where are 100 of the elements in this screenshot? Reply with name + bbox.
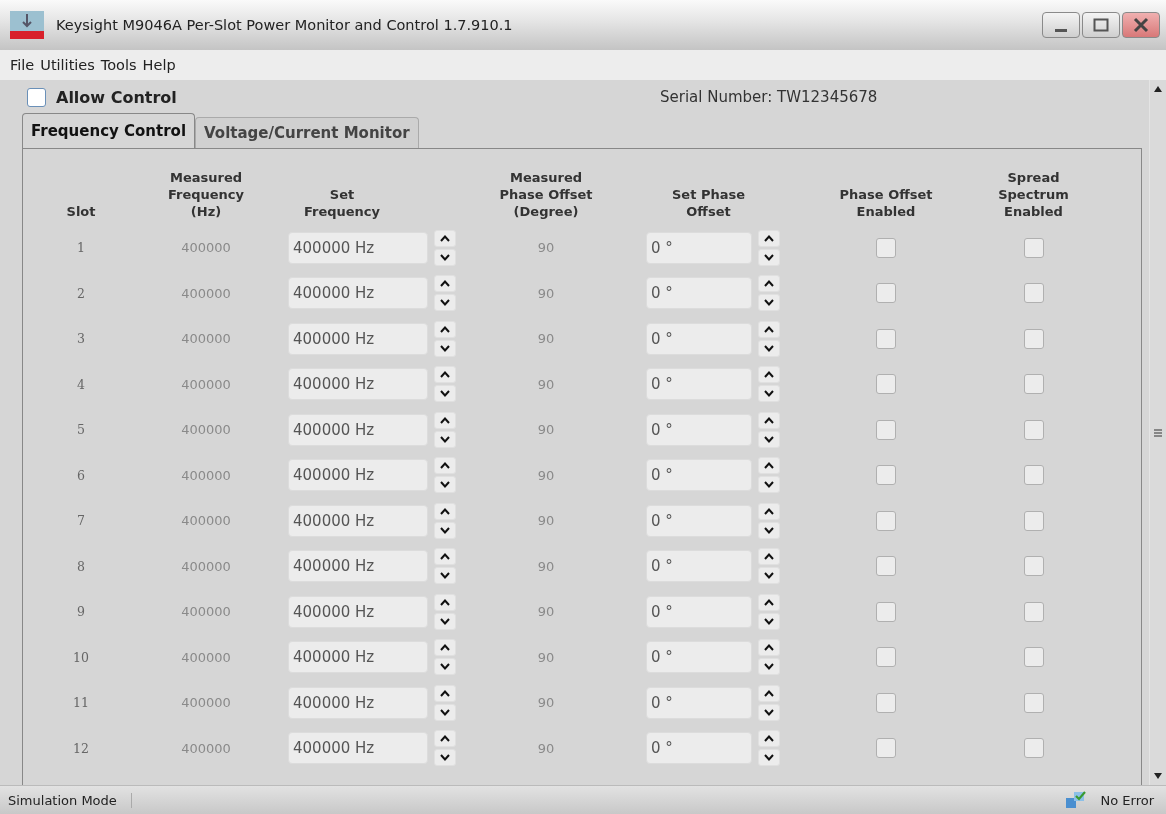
menu-item[interactable]: Help <box>142 57 176 73</box>
phase-input-field[interactable]: 0 ° <box>646 686 752 719</box>
minimize-button[interactable] <box>1042 12 1080 38</box>
checkbox[interactable] <box>876 374 896 395</box>
decrement-button[interactable] <box>434 567 456 585</box>
checkbox[interactable] <box>1023 647 1044 668</box>
decrement-button[interactable] <box>758 294 780 312</box>
increment-button[interactable] <box>758 684 780 702</box>
phase-input-field[interactable]: 0 ° <box>646 550 752 583</box>
decrement-button[interactable] <box>758 476 780 494</box>
increment-button[interactable] <box>434 457 456 475</box>
decrement-button[interactable] <box>434 658 456 676</box>
increment-button[interactable] <box>758 639 780 657</box>
decrement-button[interactable] <box>758 385 780 403</box>
checkbox[interactable] <box>1023 328 1044 349</box>
phase-input-field[interactable]: 0 ° <box>646 231 752 264</box>
decrement-button[interactable] <box>758 749 780 767</box>
checkbox[interactable] <box>1023 465 1044 486</box>
frequency-input-field[interactable]: 400000 Hz <box>288 550 428 583</box>
checkbox[interactable] <box>1023 692 1044 713</box>
frequency-input-field[interactable]: 400000 Hz <box>288 595 428 628</box>
decrement-button[interactable] <box>758 430 780 448</box>
increment-button[interactable] <box>434 366 456 384</box>
increment-button[interactable] <box>758 366 780 384</box>
increment-button[interactable] <box>758 593 780 611</box>
tab[interactable]: Frequency Control <box>22 113 196 148</box>
checkbox[interactable] <box>876 556 896 577</box>
decrement-button[interactable] <box>758 612 780 630</box>
checkbox[interactable] <box>27 87 46 107</box>
frequency-input-field[interactable]: 400000 Hz <box>288 231 428 264</box>
decrement-button[interactable] <box>434 476 456 494</box>
checkbox[interactable] <box>1023 419 1044 440</box>
increment-button[interactable] <box>758 229 780 247</box>
increment-button[interactable] <box>434 229 456 247</box>
checkbox[interactable] <box>876 510 896 531</box>
checkbox[interactable] <box>1023 738 1044 759</box>
increment-button[interactable] <box>758 502 780 520</box>
frequency-input-field[interactable]: 400000 Hz <box>288 686 428 719</box>
increment-button[interactable] <box>434 411 456 429</box>
increment-button[interactable] <box>758 548 780 566</box>
close-button[interactable] <box>1122 12 1160 38</box>
checkbox[interactable] <box>876 601 896 622</box>
frequency-input-field[interactable]: 400000 Hz <box>288 322 428 355</box>
phase-input-field[interactable]: 0 ° <box>646 459 752 492</box>
checkbox[interactable] <box>1023 374 1044 395</box>
frequency-input-field[interactable]: 400000 Hz <box>288 413 428 446</box>
increment-button[interactable] <box>434 502 456 520</box>
checkbox[interactable] <box>876 419 896 440</box>
decrement-button[interactable] <box>434 248 456 266</box>
phase-input-field[interactable]: 0 ° <box>646 413 752 446</box>
checkbox[interactable] <box>876 738 896 759</box>
frequency-input-field[interactable]: 400000 Hz <box>288 641 428 674</box>
increment-button[interactable] <box>434 684 456 702</box>
frequency-input-field[interactable]: 400000 Hz <box>288 504 428 537</box>
increment-button[interactable] <box>758 320 780 338</box>
increment-button[interactable] <box>758 275 780 293</box>
menu-item[interactable]: Utilities <box>40 57 95 73</box>
frequency-input-field[interactable]: 400000 Hz <box>288 368 428 401</box>
decrement-button[interactable] <box>434 339 456 357</box>
phase-input-field[interactable]: 0 ° <box>646 641 752 674</box>
increment-button[interactable] <box>434 548 456 566</box>
checkbox[interactable] <box>876 465 896 486</box>
decrement-button[interactable] <box>758 567 780 585</box>
decrement-button[interactable] <box>434 612 456 630</box>
increment-button[interactable] <box>434 730 456 748</box>
decrement-button[interactable] <box>758 248 780 266</box>
checkbox[interactable] <box>876 237 896 258</box>
checkbox[interactable] <box>876 692 896 713</box>
increment-button[interactable] <box>434 639 456 657</box>
phase-input-field[interactable]: 0 ° <box>646 504 752 537</box>
decrement-button[interactable] <box>758 521 780 539</box>
decrement-button[interactable] <box>434 430 456 448</box>
checkbox[interactable] <box>876 328 896 349</box>
decrement-button[interactable] <box>434 521 456 539</box>
phase-input-field[interactable]: 0 ° <box>646 368 752 401</box>
increment-button[interactable] <box>758 411 780 429</box>
frequency-input-field[interactable]: 400000 Hz <box>288 732 428 765</box>
increment-button[interactable] <box>758 730 780 748</box>
decrement-button[interactable] <box>758 703 780 721</box>
decrement-button[interactable] <box>434 749 456 767</box>
maximize-button[interactable] <box>1082 12 1120 38</box>
menu-item[interactable]: Tools <box>100 57 137 73</box>
tab[interactable]: Voltage/Current Monitor <box>195 117 419 148</box>
increment-button[interactable] <box>434 275 456 293</box>
scrollbar[interactable] <box>1149 80 1166 785</box>
menu-item[interactable]: File <box>10 57 35 73</box>
checkbox[interactable] <box>1023 601 1044 622</box>
checkbox[interactable] <box>876 647 896 668</box>
checkbox[interactable] <box>1023 283 1044 304</box>
phase-input-field[interactable]: 0 ° <box>646 277 752 310</box>
increment-button[interactable] <box>434 593 456 611</box>
increment-button[interactable] <box>758 457 780 475</box>
decrement-button[interactable] <box>758 339 780 357</box>
checkbox[interactable] <box>1023 510 1044 531</box>
frequency-input-field[interactable]: 400000 Hz <box>288 277 428 310</box>
frequency-input-field[interactable]: 400000 Hz <box>288 459 428 492</box>
phase-input-field[interactable]: 0 ° <box>646 732 752 765</box>
decrement-button[interactable] <box>434 294 456 312</box>
increment-button[interactable] <box>434 320 456 338</box>
checkbox[interactable] <box>1023 237 1044 258</box>
